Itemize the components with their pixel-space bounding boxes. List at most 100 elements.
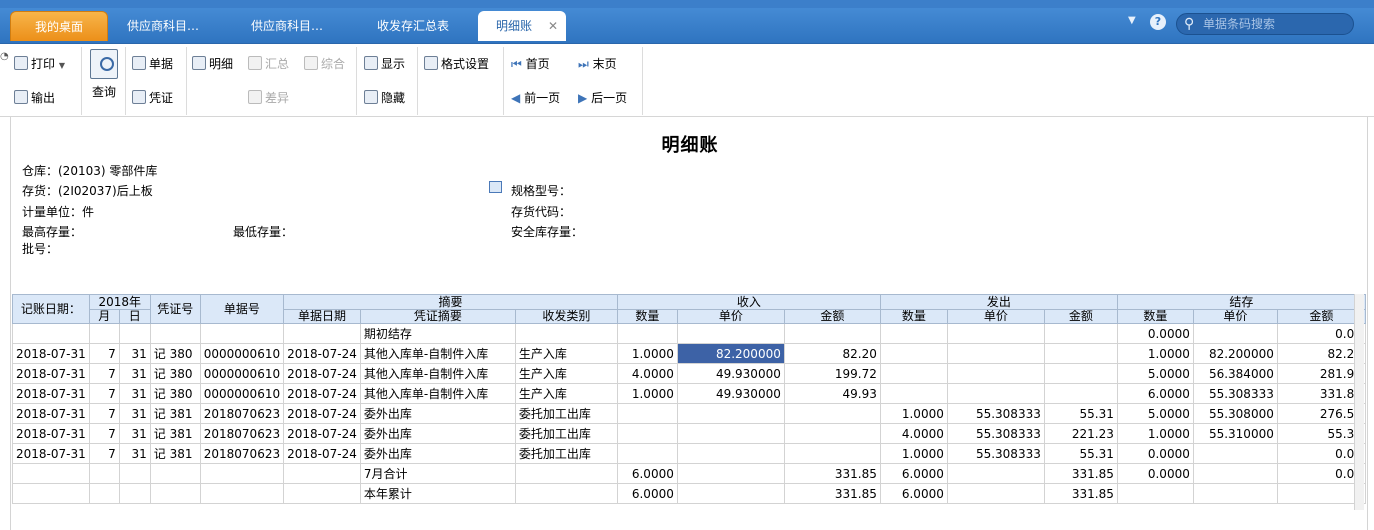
table-cell[interactable] bbox=[616, 323, 678, 344]
table-cell[interactable]: 7 bbox=[88, 343, 120, 364]
header-receipt-price[interactable]: 单价 bbox=[676, 309, 785, 324]
table-cell[interactable] bbox=[118, 483, 151, 504]
table-cell[interactable]: 7月合计 bbox=[359, 463, 516, 484]
tab-my-desktop[interactable]: 我的桌面 bbox=[10, 11, 108, 41]
table-cell[interactable]: 2018070623 bbox=[199, 403, 285, 424]
table-cell[interactable]: 82.200000 bbox=[676, 343, 785, 364]
table-cell[interactable] bbox=[783, 323, 881, 344]
header-issue-price[interactable]: 单价 bbox=[946, 309, 1045, 324]
table-cell[interactable]: 331.85 bbox=[783, 463, 881, 484]
first-page-button[interactable]: ⏮ 首页 bbox=[511, 54, 550, 74]
table-cell[interactable]: 期初结存 bbox=[359, 323, 516, 344]
table-cell[interactable] bbox=[1276, 483, 1366, 504]
table-cell[interactable]: 331.85 bbox=[1043, 483, 1118, 504]
table-cell[interactable] bbox=[514, 463, 618, 484]
table-cell[interactable] bbox=[118, 463, 151, 484]
header-month[interactable]: 月 bbox=[88, 309, 120, 324]
table-cell[interactable]: 1.0000 bbox=[1116, 423, 1194, 444]
table-cell[interactable] bbox=[12, 483, 90, 504]
table-cell[interactable] bbox=[946, 363, 1045, 384]
format-settings-button[interactable]: 格式设置 bbox=[424, 54, 489, 74]
table-cell[interactable] bbox=[879, 363, 948, 384]
table-cell[interactable]: 31 bbox=[118, 363, 151, 384]
table-cell[interactable] bbox=[12, 323, 90, 344]
table-cell[interactable]: 0.00 bbox=[1276, 323, 1366, 344]
table-cell[interactable]: 记 381 bbox=[149, 403, 201, 424]
table-cell[interactable]: 31 bbox=[118, 443, 151, 464]
table-cell[interactable]: 82.20 bbox=[1276, 343, 1366, 364]
table-cell[interactable]: 49.930000 bbox=[676, 383, 785, 404]
table-cell[interactable]: 2018-07-31 bbox=[12, 403, 90, 424]
table-cell[interactable]: 31 bbox=[118, 403, 151, 424]
table-cell[interactable]: 82.200000 bbox=[1192, 343, 1278, 364]
table-cell[interactable]: 2018-07-31 bbox=[12, 423, 90, 444]
table-row[interactable]: 2018-07-31 7 31 记 380 0000000610 2018-07-24 其他… bbox=[12, 343, 1366, 364]
table-cell[interactable]: 55.31 bbox=[1043, 403, 1118, 424]
table-cell[interactable]: 委托加工出库 bbox=[514, 403, 618, 424]
hide-button[interactable]: 隐藏 bbox=[364, 88, 405, 108]
table-cell[interactable]: 其他入库单-自制件入库 bbox=[359, 343, 516, 364]
table-cell[interactable] bbox=[283, 323, 361, 344]
table-cell[interactable]: 6.0000 bbox=[879, 463, 948, 484]
table-cell[interactable] bbox=[514, 323, 618, 344]
table-row[interactable]: 2018-07-31 7 31 记 381 2018070623 2018-07-24 委外… bbox=[12, 443, 1366, 464]
table-cell[interactable]: 2018-07-24 bbox=[283, 343, 361, 364]
table-cell[interactable] bbox=[1043, 383, 1118, 404]
table-cell[interactable]: 2018-07-31 bbox=[12, 343, 90, 364]
table-cell[interactable] bbox=[1043, 363, 1118, 384]
table-cell[interactable]: 委外出库 bbox=[359, 403, 516, 424]
table-cell[interactable]: 5.0000 bbox=[1116, 363, 1194, 384]
table-cell[interactable]: 0.00 bbox=[1276, 463, 1366, 484]
close-icon[interactable]: ✕ bbox=[548, 11, 558, 41]
table-cell[interactable]: 82.20 bbox=[783, 343, 881, 364]
table-cell[interactable]: 49.930000 bbox=[676, 363, 785, 384]
table-cell[interactable]: 0.00 bbox=[1276, 443, 1366, 464]
header-voucher-no[interactable]: 凭证号 bbox=[149, 294, 201, 324]
table-cell[interactable]: 1.0000 bbox=[616, 343, 678, 364]
dropdown-arrow-icon[interactable]: ▼ bbox=[1128, 15, 1136, 26]
table-cell[interactable] bbox=[283, 463, 361, 484]
table-cell[interactable]: 记 381 bbox=[149, 443, 201, 464]
table-cell[interactable] bbox=[616, 403, 678, 424]
table-cell[interactable]: 6.0000 bbox=[616, 463, 678, 484]
query-button[interactable]: 查询 bbox=[88, 49, 120, 100]
difference-button[interactable]: 差异 bbox=[248, 88, 289, 108]
table-cell[interactable] bbox=[88, 463, 120, 484]
table-cell[interactable] bbox=[946, 383, 1045, 404]
vertical-scrollbar[interactable] bbox=[1354, 294, 1364, 510]
table-cell[interactable]: 记 380 bbox=[149, 363, 201, 384]
table-cell[interactable] bbox=[879, 323, 948, 344]
table-cell[interactable]: 1.0000 bbox=[879, 403, 948, 424]
table-cell[interactable] bbox=[946, 343, 1045, 364]
table-cell[interactable] bbox=[616, 443, 678, 464]
table-cell[interactable]: 委托加工出库 bbox=[514, 443, 618, 464]
table-cell[interactable] bbox=[676, 403, 785, 424]
table-cell[interactable] bbox=[676, 443, 785, 464]
table-cell[interactable] bbox=[879, 383, 948, 404]
document-button[interactable]: 单据 bbox=[132, 54, 173, 74]
table-cell[interactable]: 331.85 bbox=[1276, 383, 1366, 404]
table-cell[interactable]: 2018-07-24 bbox=[283, 423, 361, 444]
header-balance-amount[interactable]: 金额 bbox=[1276, 309, 1366, 324]
header-post-date[interactable]: 记账日期： bbox=[12, 294, 90, 324]
header-receipt[interactable]: 收入 bbox=[616, 294, 881, 310]
table-cell[interactable] bbox=[783, 443, 881, 464]
table-cell[interactable]: 4.0000 bbox=[879, 423, 948, 444]
table-cell[interactable]: 55.308333 bbox=[946, 403, 1045, 424]
table-cell[interactable] bbox=[88, 323, 120, 344]
table-cell[interactable] bbox=[1192, 323, 1278, 344]
table-cell[interactable]: 55.308333 bbox=[946, 443, 1045, 464]
table-cell[interactable] bbox=[514, 483, 618, 504]
table-cell[interactable]: 55.31 bbox=[1276, 423, 1366, 444]
table-cell[interactable] bbox=[676, 323, 785, 344]
table-cell[interactable]: 7 bbox=[88, 423, 120, 444]
table-cell[interactable]: 其他入库单-自制件入库 bbox=[359, 383, 516, 404]
table-cell[interactable]: 6.0000 bbox=[1116, 383, 1194, 404]
header-summary[interactable]: 摘要 bbox=[283, 294, 618, 310]
table-cell[interactable] bbox=[283, 483, 361, 504]
table-cell[interactable]: 49.93 bbox=[783, 383, 881, 404]
header-receipt-qty[interactable]: 数量 bbox=[616, 309, 678, 324]
header-receipt-amount[interactable]: 金额 bbox=[783, 309, 881, 324]
table-cell[interactable]: 0.0000 bbox=[1116, 463, 1194, 484]
table-cell[interactable] bbox=[1116, 483, 1194, 504]
